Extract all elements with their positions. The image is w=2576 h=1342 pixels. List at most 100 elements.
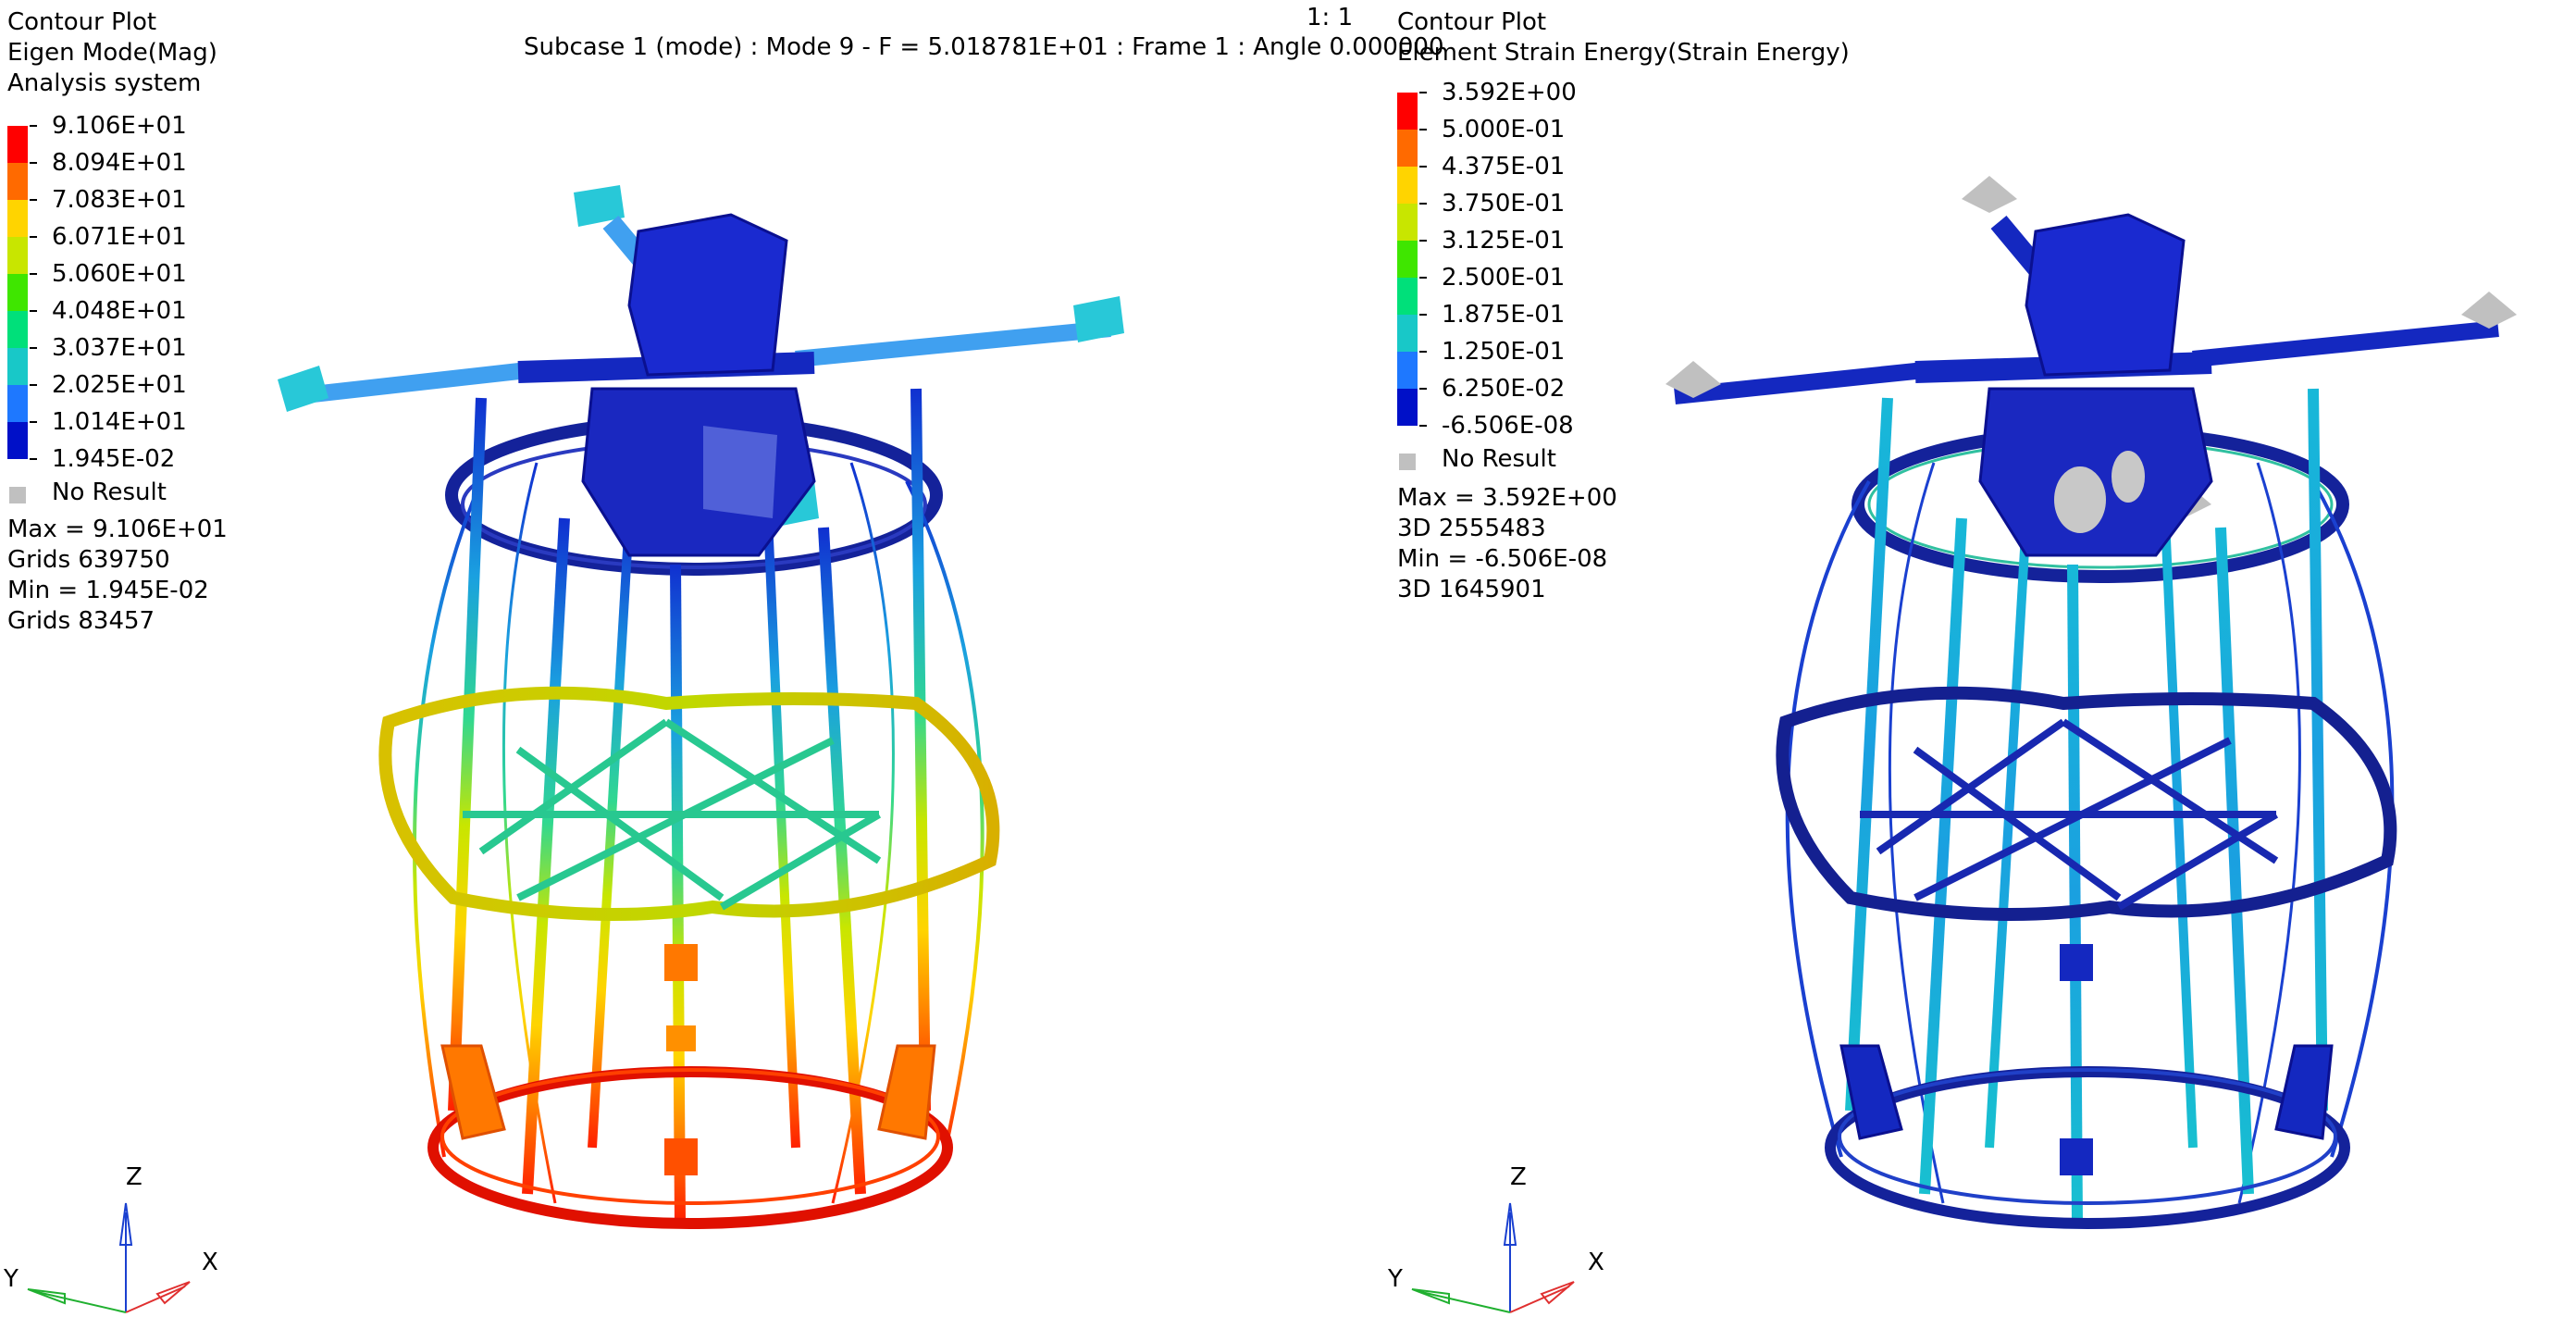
right-legend-tick	[1419, 388, 1427, 390]
right-legend-tick	[1419, 166, 1427, 168]
left-legend-value: 1.014E+01	[52, 408, 187, 436]
left-legend-swatch	[7, 311, 28, 348]
right-legend-tick	[1419, 425, 1427, 427]
right-legend-value: 3.750E-01	[1442, 190, 1566, 217]
left-triad-y-label: Y	[4, 1265, 19, 1293]
left-no-result-swatch	[9, 487, 26, 503]
right-legend-tick	[1419, 129, 1427, 130]
right-model-viewport[interactable]	[1610, 139, 2517, 1342]
left-legend-swatch	[7, 422, 28, 459]
left-legend-value: 3.037E+01	[52, 334, 187, 362]
left-middle-ring	[378, 686, 1000, 921]
left-legend-swatch	[7, 274, 28, 311]
right-no-result-swatch	[1399, 454, 1416, 470]
left-triad-x-label: X	[202, 1249, 218, 1276]
left-legend-tick	[30, 273, 37, 275]
subcase-info: Subcase 1 (mode) : Mode 9 - F = 5.018781…	[524, 33, 1444, 61]
left-legend-swatch	[7, 200, 28, 237]
left-model-viewport[interactable]	[259, 139, 1184, 1342]
left-legend-tick	[30, 421, 37, 423]
right-legend-value: 3.592E+00	[1442, 79, 1577, 106]
right-legend-value: 3.125E-01	[1442, 227, 1566, 255]
right-triad-y-label: Y	[1388, 1265, 1403, 1293]
right-legend-value: 4.375E-01	[1442, 153, 1566, 180]
right-bracket	[2274, 1044, 2334, 1140]
left-arm	[795, 320, 1111, 367]
right-arm	[2192, 320, 2499, 367]
left-legend-swatch	[7, 163, 28, 200]
left-legend-tick	[30, 162, 37, 164]
right-stat-min-elem: 3D 1645901	[1397, 576, 1546, 603]
zoom-level: 1: 1	[1307, 4, 1354, 31]
right-stat-max: Max = 3.592E+00	[1397, 484, 1617, 512]
right-rod	[2067, 564, 2083, 1223]
right-legend-swatch	[1397, 352, 1418, 389]
left-legend-value: 4.048E+01	[52, 297, 187, 325]
right-legend-tick	[1419, 92, 1427, 93]
right-legend-swatch	[1397, 278, 1418, 315]
left-legend-value: 7.083E+01	[52, 186, 187, 214]
left-legend-tick	[30, 384, 37, 386]
right-legend-swatch	[1397, 93, 1418, 130]
left-rotor-mount	[278, 366, 328, 412]
left-arm	[294, 362, 529, 404]
right-legend-tick	[1419, 240, 1427, 242]
left-legend-tick	[30, 310, 37, 312]
left-no-result-label: No Result	[52, 478, 167, 506]
right-stat-min: Min = -6.506E-08	[1397, 545, 1608, 573]
right-rod	[1985, 517, 2031, 1149]
left-title-3: Analysis system	[7, 69, 202, 97]
right-legend-tick	[1419, 277, 1427, 279]
right-stat-max-elem: 3D 2555483	[1397, 515, 1546, 542]
left-legend-swatch	[7, 237, 28, 274]
right-legend-swatch	[1397, 204, 1418, 241]
right-legend-value: 2.500E-01	[1442, 264, 1566, 292]
right-legend-swatch	[1397, 389, 1418, 426]
right-legend-tick	[1419, 203, 1427, 205]
right-legend-swatch	[1397, 241, 1418, 278]
right-legend-tick	[1419, 314, 1427, 316]
left-stat-min: Min = 1.945E-02	[7, 577, 209, 604]
left-stat-min-grid: Grids 83457	[7, 607, 155, 635]
right-legend-value: 1.875E-01	[1442, 301, 1566, 329]
left-legend-tick	[30, 199, 37, 201]
right-legend-tick	[1419, 351, 1427, 353]
left-legend-tick	[30, 125, 37, 127]
left-axis-triad	[27, 1202, 191, 1313]
left-legend-tick	[30, 347, 37, 349]
right-rod	[2161, 517, 2198, 1149]
left-legend-value: 2.025E+01	[52, 371, 187, 399]
left-legend-tick	[30, 236, 37, 238]
right-triad-x-label: X	[1588, 1249, 1604, 1276]
left-title-2: Eigen Mode(Mag)	[7, 39, 217, 67]
left-legend-value: 1.945E-02	[52, 445, 176, 473]
right-legend-swatch	[1397, 315, 1418, 352]
right-legend-swatch	[1397, 167, 1418, 204]
right-title-2: Element Strain Energy(Strain Energy)	[1397, 39, 1850, 67]
left-stat-max-grid: Grids 639750	[7, 546, 170, 574]
left-rotor-mount	[1073, 296, 1124, 342]
right-title-1: Contour Plot	[1397, 8, 1547, 36]
right-central-hub	[2025, 213, 2186, 377]
right-legend-value: 5.000E-01	[1442, 116, 1566, 143]
right-triad-z-label: Z	[1510, 1163, 1527, 1191]
left-legend-tick	[30, 458, 37, 460]
right-legend-value: 1.250E-01	[1442, 338, 1566, 366]
left-legend-swatch	[7, 385, 28, 422]
right-legend-swatch	[1397, 130, 1418, 167]
left-central-hub	[627, 213, 788, 377]
right-rod	[2215, 527, 2254, 1195]
right-rotor-mount-gray	[2461, 292, 2517, 329]
left-legend-value: 9.106E+01	[52, 112, 187, 140]
left-legend-swatch	[7, 126, 28, 163]
left-legend-swatch	[7, 348, 28, 385]
left-legend-value: 8.094E+01	[52, 149, 187, 177]
right-axis-triad	[1411, 1202, 1575, 1313]
right-no-result-label: No Result	[1442, 445, 1556, 473]
left-bracket	[877, 1044, 936, 1140]
left-rod	[670, 564, 686, 1223]
right-legend-value: 6.250E-02	[1442, 375, 1566, 403]
left-stat-max: Max = 9.106E+01	[7, 516, 228, 543]
left-legend-value: 6.071E+01	[52, 223, 187, 251]
left-rod	[763, 517, 800, 1149]
